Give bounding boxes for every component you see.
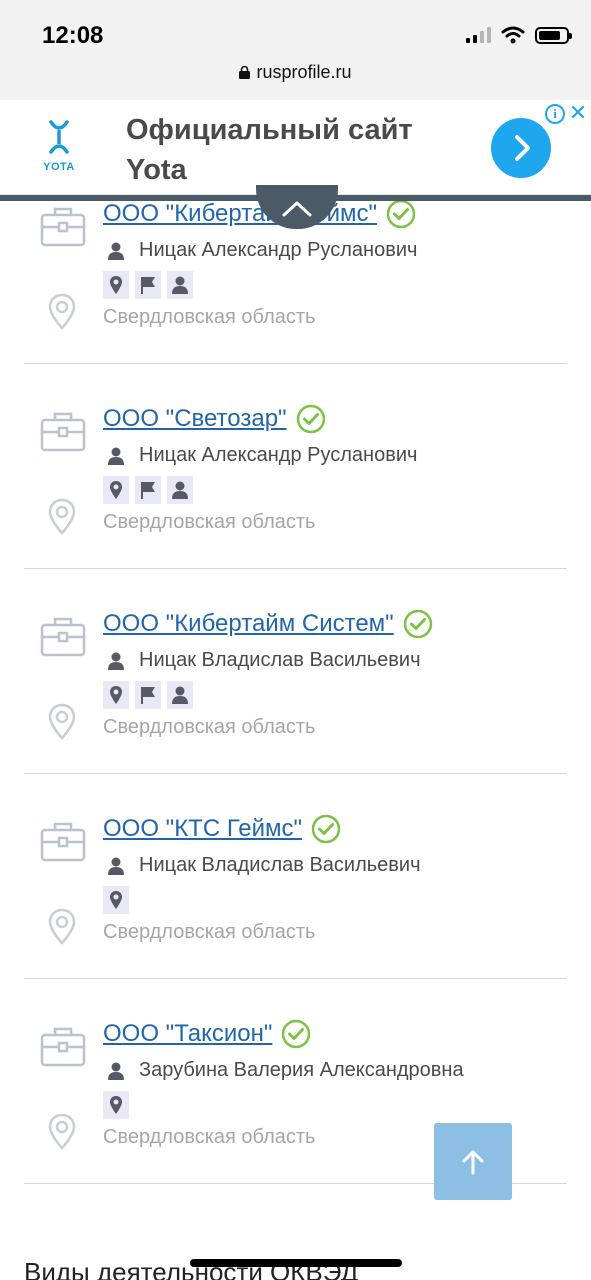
company-region: Свердловская область bbox=[103, 921, 316, 943]
company-director: Ницак Александр Русланович bbox=[139, 239, 418, 261]
arrow-up-icon bbox=[462, 1150, 484, 1174]
scroll-to-top-button[interactable] bbox=[434, 1123, 512, 1200]
company-name-link[interactable]: ООО "Светозар" bbox=[103, 405, 287, 433]
verified-check-icon bbox=[403, 609, 432, 639]
cellular-signal-icon bbox=[466, 27, 491, 43]
company-badges bbox=[103, 886, 129, 914]
company-director: Ницак Владислав Васильевич bbox=[139, 854, 421, 876]
list-divider bbox=[24, 363, 567, 364]
company-region: Свердловская область bbox=[103, 511, 316, 533]
yota-logo-text: YOTA bbox=[43, 161, 75, 173]
badge-pin-icon[interactable] bbox=[103, 476, 129, 504]
ad-title[interactable]: Официальный сайт Yota bbox=[126, 110, 466, 190]
badge-flag-icon[interactable] bbox=[135, 681, 161, 709]
company-item: ООО "Светозар" Ницак Александр Русланови… bbox=[0, 400, 591, 605]
list-divider bbox=[24, 568, 567, 569]
badge-person-icon[interactable] bbox=[167, 476, 193, 504]
company-person-row: Ницак Владислав Васильевич bbox=[107, 649, 421, 672]
yota-logo-icon bbox=[49, 120, 69, 154]
battery-icon bbox=[535, 26, 572, 44]
company-badges bbox=[103, 681, 193, 709]
briefcase-icon bbox=[40, 412, 86, 452]
status-time: 12:08 bbox=[42, 22, 104, 49]
company-region: Свердловская область bbox=[103, 716, 316, 738]
company-name-row: ООО "Светозар" bbox=[103, 404, 326, 434]
briefcase-icon bbox=[40, 822, 86, 862]
company-name-row: ООО "Кибертайм Систем" bbox=[103, 609, 433, 639]
person-icon bbox=[108, 857, 124, 875]
company-badges bbox=[103, 271, 193, 299]
lock-icon bbox=[239, 66, 251, 79]
location-pin-icon bbox=[48, 1113, 76, 1150]
verified-check-icon bbox=[296, 404, 325, 434]
list-divider bbox=[24, 773, 567, 774]
company-region: Свердловская область bbox=[103, 306, 316, 328]
company-item: ООО "Кибертайм Систем" Ницак Владислав В… bbox=[0, 605, 591, 810]
company-name-link[interactable]: ООО "Таксион" bbox=[103, 1020, 272, 1048]
company-badges bbox=[103, 476, 193, 504]
company-name-row: ООО "Таксион" bbox=[103, 1019, 311, 1049]
person-icon bbox=[108, 242, 124, 260]
chevron-right-icon bbox=[515, 135, 530, 161]
verified-check-icon bbox=[386, 199, 416, 229]
location-pin-icon bbox=[48, 498, 76, 535]
wifi-icon bbox=[501, 26, 525, 44]
briefcase-icon bbox=[40, 617, 86, 657]
badge-flag-icon[interactable] bbox=[135, 476, 161, 504]
company-name-link[interactable]: ООО "КТС Геймс" bbox=[103, 815, 302, 843]
location-pin-icon bbox=[48, 908, 76, 945]
collapse-ad-button[interactable] bbox=[256, 185, 338, 229]
home-indicator bbox=[190, 1259, 402, 1267]
location-pin-icon bbox=[48, 293, 76, 330]
company-person-row: Ницак Александр Русланович bbox=[107, 444, 417, 467]
person-icon bbox=[108, 447, 124, 465]
company-name-row: ООО "КТС Геймс" bbox=[103, 814, 341, 844]
url-text: rusprofile.ru bbox=[256, 62, 352, 82]
list-divider bbox=[24, 978, 567, 979]
company-person-row: Зарубина Валерия Александровна bbox=[107, 1059, 464, 1082]
badge-person-icon[interactable] bbox=[167, 681, 193, 709]
ad-open-button[interactable] bbox=[491, 118, 551, 178]
address-bar[interactable]: rusprofile.ru bbox=[0, 62, 591, 83]
badge-pin-icon[interactable] bbox=[103, 271, 129, 299]
badge-pin-icon[interactable] bbox=[103, 886, 129, 914]
status-icons bbox=[466, 26, 572, 44]
company-item: ООО "КТС Геймс" Ницак Владислав Васильев… bbox=[0, 810, 591, 1015]
briefcase-icon bbox=[40, 1027, 86, 1067]
company-badges bbox=[103, 1091, 129, 1119]
company-person-row: Ницак Александр Русланович bbox=[107, 239, 417, 262]
status-bar: 12:08 rusprofile.ru bbox=[0, 0, 591, 100]
badge-pin-icon[interactable] bbox=[103, 1091, 129, 1119]
badge-person-icon[interactable] bbox=[167, 271, 193, 299]
person-icon bbox=[108, 652, 124, 670]
ad-close-icon[interactable]: ✕ bbox=[568, 102, 588, 124]
verified-check-icon bbox=[311, 814, 341, 844]
person-icon bbox=[108, 1062, 124, 1080]
company-director: Ницак Владислав Васильевич bbox=[139, 649, 421, 671]
badge-pin-icon[interactable] bbox=[103, 681, 129, 709]
company-director: Зарубина Валерия Александровна bbox=[139, 1059, 464, 1081]
briefcase-icon bbox=[40, 207, 86, 247]
location-pin-icon bbox=[48, 703, 76, 740]
badge-flag-icon[interactable] bbox=[135, 271, 161, 299]
verified-check-icon bbox=[282, 1019, 311, 1049]
chevron-up-icon bbox=[282, 201, 312, 217]
company-person-row: Ницак Владислав Васильевич bbox=[107, 854, 421, 877]
company-name-link[interactable]: ООО "Кибертайм Систем" bbox=[103, 610, 394, 638]
company-region: Свердловская область bbox=[103, 1126, 316, 1148]
yota-logo: YOTA bbox=[36, 120, 82, 173]
company-director: Ницак Александр Русланович bbox=[139, 444, 418, 466]
